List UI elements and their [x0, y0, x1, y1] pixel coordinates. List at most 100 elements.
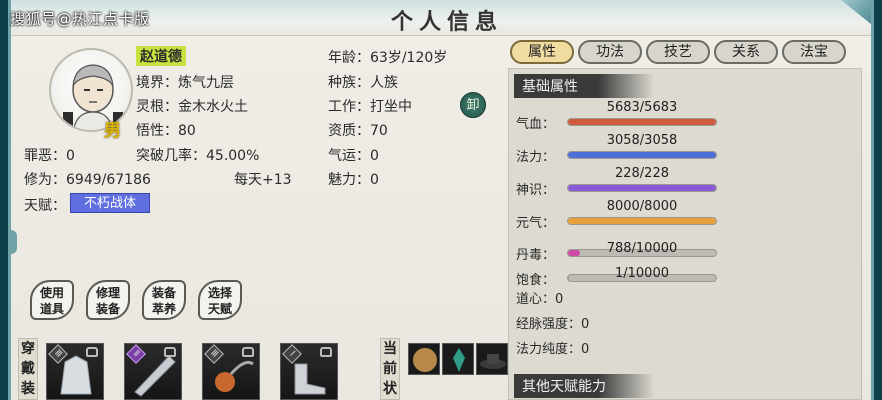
bar-fill — [568, 152, 716, 158]
charm-value: 0 — [370, 172, 379, 188]
repair-equipment-button[interactable]: 修理 装备 — [86, 280, 130, 320]
mana-purity-value: 0 — [581, 342, 590, 357]
equip-slot-weapon[interactable]: Ⅱ — [124, 343, 182, 400]
watermark: 搜狐号@热江点卡版 — [10, 10, 150, 28]
sin-label: 罪恶： — [24, 148, 66, 164]
breakthrough-value: 45.00% — [206, 148, 260, 164]
basic-attributes-title: 基础属性 — [514, 74, 654, 98]
insight-label: 悟性： — [136, 123, 178, 139]
equipment-label-char: 穿 — [21, 341, 35, 357]
repair-line2: 装备 — [95, 302, 120, 316]
meridian-value: 0 — [581, 317, 590, 332]
equipment-label-char: 装 — [21, 381, 35, 397]
equip-slot-armor[interactable]: Ⅲ — [46, 343, 104, 400]
character-name: 赵道德 — [136, 46, 186, 66]
race-row: 种族：人族 — [328, 72, 398, 92]
tab-attributes[interactable]: 属性 — [510, 40, 574, 64]
cultivation-row: 修为：6949/67186 — [24, 169, 151, 189]
unequip-seal-button[interactable]: 卸 — [460, 92, 486, 118]
equip-slot-accessory[interactable]: Ⅲ — [202, 343, 260, 400]
lock-icon — [164, 347, 176, 357]
age-label: 年龄： — [328, 50, 370, 66]
root-row: 灵根：金木水火土 — [136, 96, 248, 116]
charm-row: 魅力：0 — [328, 169, 379, 189]
bar-label: 神识： — [516, 183, 556, 198]
lock-icon — [86, 347, 98, 357]
daily-gain: 每天+13 — [234, 169, 292, 189]
realm-value: 炼气九层 — [178, 75, 234, 91]
daily-label: 每天+ — [234, 172, 274, 188]
bar-track — [567, 151, 717, 159]
breakthrough-label: 突破几率： — [136, 148, 206, 164]
tab-techniques[interactable]: 功法 — [578, 40, 642, 64]
use-item-line2: 道具 — [39, 302, 64, 316]
nurture-line1: 装备 — [151, 286, 176, 300]
daily-value: 13 — [273, 172, 292, 188]
bar-label: 气血： — [516, 117, 556, 132]
aptitude-row: 资质：70 — [328, 120, 388, 140]
realm-row: 境界：炼气九层 — [136, 72, 234, 92]
side-handle — [11, 230, 17, 254]
bar-track — [567, 184, 717, 192]
aptitude-label: 资质： — [328, 123, 370, 139]
talent-line2: 天赋 — [207, 302, 232, 316]
dao-heart-label: 道心： — [516, 292, 556, 307]
moon-orb-icon — [413, 348, 437, 372]
gender-label: 男 — [104, 121, 121, 141]
bar-fill — [568, 218, 716, 224]
race-label: 种族： — [328, 75, 370, 91]
nurture-line2: 萃养 — [151, 302, 176, 316]
job-label: 工作： — [328, 99, 370, 115]
cultivation-value: 6949/67186 — [66, 172, 151, 188]
hat-icon — [480, 354, 506, 369]
breakthrough-row: 突破几率：45.00% — [136, 145, 259, 165]
tab-treasures[interactable]: 法宝 — [782, 40, 846, 64]
status-slot-1[interactable] — [408, 343, 440, 375]
meridian-label: 经脉强度： — [516, 317, 582, 332]
bar-label: 法力： — [516, 150, 556, 165]
status-slot-3[interactable] — [476, 343, 508, 375]
realm-label: 境界： — [136, 75, 178, 91]
equip-slot-boots[interactable]: Ⅰ — [280, 343, 338, 400]
jade-figure-icon — [453, 348, 465, 372]
bar-value: 8000/8000 — [606, 199, 678, 214]
dao-heart-row: 道心：0 — [516, 288, 563, 307]
status-label-char: 当 — [383, 341, 397, 357]
use-item-button[interactable]: 使用 道具 — [30, 280, 74, 320]
status-label-char: 状 — [383, 381, 397, 397]
choose-talent-button[interactable]: 选择 天赋 — [198, 280, 242, 320]
equip-nurture-button[interactable]: 装备 萃养 — [142, 280, 186, 320]
tab-relations[interactable]: 关系 — [714, 40, 778, 64]
status-label-char: 前 — [383, 361, 397, 377]
insight-row: 悟性：80 — [136, 120, 196, 140]
page-title: 个人信息 — [391, 9, 504, 35]
bar-track — [567, 118, 717, 126]
meridian-row: 经脉强度：0 — [516, 313, 589, 332]
luck-value: 0 — [370, 148, 379, 164]
job-value: 打坐中 — [370, 99, 412, 115]
luck-row: 气运：0 — [328, 145, 379, 165]
age-value: 63岁/120岁 — [370, 50, 448, 66]
bar-label: 元气： — [516, 216, 556, 231]
sin-row: 罪恶：0 — [24, 145, 75, 165]
aptitude-value: 70 — [370, 123, 388, 139]
equipment-label-char: 戴 — [21, 361, 35, 377]
equipment-label: 穿 戴 装 — [18, 338, 38, 400]
bar-fill — [568, 119, 716, 125]
talent-line1: 选择 — [207, 286, 232, 300]
status-slot-2[interactable] — [442, 343, 474, 375]
use-item-line1: 使用 — [39, 286, 64, 300]
bar-value: 228/228 — [614, 166, 669, 181]
bar-track — [567, 217, 717, 225]
tab-skills[interactable]: 技艺 — [646, 40, 710, 64]
talent-label: 天赋： — [24, 198, 66, 214]
bar-fill — [568, 185, 716, 191]
bar-value: 1/10000 — [614, 266, 669, 281]
lock-icon — [242, 347, 254, 357]
insight-value: 80 — [178, 123, 196, 139]
talent-tag[interactable]: 不朽战体 — [70, 193, 150, 213]
bar-value: 5683/5683 — [606, 100, 678, 115]
root-label: 灵根： — [136, 99, 178, 115]
other-talents-title: 其他天赋能力 — [514, 374, 654, 398]
mana-purity-row: 法力纯度：0 — [516, 338, 589, 357]
